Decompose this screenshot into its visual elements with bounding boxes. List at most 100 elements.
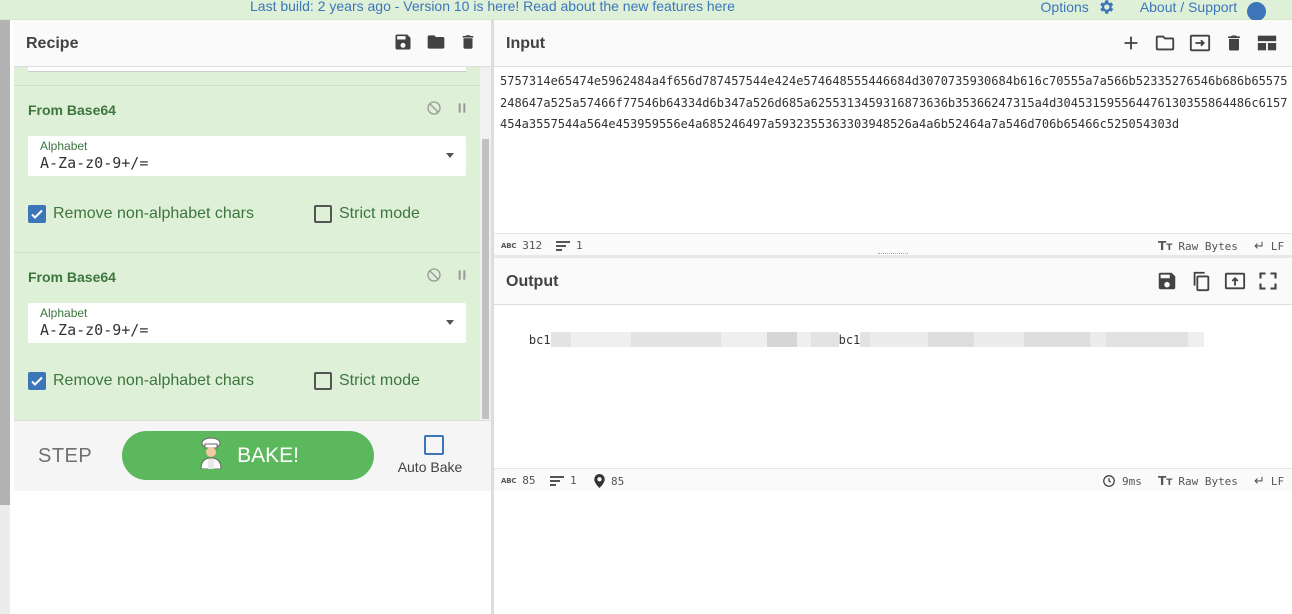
- location-pin-icon: [594, 474, 605, 488]
- input-panel: Input 5757314e65474e5962484a4f656d787457…: [494, 20, 1292, 233]
- recipe-title: Recipe: [26, 35, 79, 52]
- operation-title: From Base64: [28, 269, 116, 285]
- redacted-block: [974, 331, 1025, 347]
- remove-nonalphabet-checkbox[interactable]: [28, 372, 46, 390]
- remove-nonalphabet-label: Remove non-alphabet chars: [53, 372, 255, 389]
- redacted-block: [810, 331, 839, 347]
- recipe-header: Recipe: [14, 20, 491, 67]
- input-line-count: 1: [576, 239, 583, 252]
- redacted-block: [1188, 331, 1205, 347]
- bake-controls: STEP BAKE! Auto Bake: [14, 420, 491, 491]
- recipe-scrollbar-thumb[interactable]: [482, 139, 489, 419]
- char-count-icon: ABC: [501, 476, 517, 485]
- redacted-block: [1024, 331, 1091, 347]
- output-line-count: 1: [570, 474, 577, 487]
- output-title: Output: [506, 273, 559, 290]
- alphabet-value: A-Za-z0-9+/=: [40, 321, 149, 339]
- trash-icon[interactable]: [459, 32, 477, 52]
- bake-time: 9ms: [1122, 474, 1142, 488]
- chevron-down-icon[interactable]: [446, 153, 454, 158]
- chevron-down-icon[interactable]: [446, 320, 454, 325]
- alphabet-label: Alphabet: [40, 139, 88, 153]
- about-support-link[interactable]: About / Support: [1140, 0, 1237, 15]
- clock-icon: [1103, 475, 1115, 487]
- return-icon: ↵: [1254, 239, 1265, 254]
- save-icon[interactable]: [1156, 270, 1178, 292]
- redacted-block: [1090, 331, 1107, 347]
- input-eol[interactable]: LF: [1271, 240, 1284, 253]
- operation-from-base64[interactable]: From Base64 Alphabet A-Za-z0-9+/= Remove…: [14, 252, 480, 420]
- bake-button[interactable]: BAKE!: [122, 431, 374, 480]
- alphabet-label: Alphabet: [40, 306, 88, 320]
- pause-icon[interactable]: [454, 100, 470, 116]
- redacted-block: [928, 331, 975, 347]
- folder-icon[interactable]: [1154, 32, 1176, 54]
- output-status-bar: ABC 85 1 85 9ms TT Raw Bytes ↵ LF: [494, 468, 1292, 491]
- remove-nonalphabet-checkbox[interactable]: [28, 205, 46, 223]
- previous-operation-stub: [28, 67, 466, 72]
- help-icon[interactable]: ?: [1247, 2, 1266, 21]
- output-text[interactable]: bc1 bc1: [500, 308, 1288, 373]
- folder-icon[interactable]: [425, 32, 447, 52]
- output-panel: Output bc1 bc1: [494, 258, 1292, 614]
- step-button[interactable]: STEP: [38, 445, 92, 468]
- auto-bake-label: Auto Bake: [397, 459, 463, 475]
- copy-icon[interactable]: [1190, 270, 1212, 292]
- input-format[interactable]: Raw Bytes: [1178, 240, 1238, 253]
- disable-icon[interactable]: [426, 100, 442, 116]
- text-format-icon: TT: [1158, 474, 1173, 488]
- auto-bake-checkbox[interactable]: [424, 435, 444, 455]
- input-title: Input: [506, 35, 546, 52]
- recipe-scrollbar[interactable]: [480, 67, 491, 420]
- redacted-block: [720, 331, 767, 347]
- redacted-block: [1106, 331, 1189, 347]
- return-icon: ↵: [1254, 474, 1265, 489]
- strict-mode-checkbox[interactable]: [314, 372, 332, 390]
- auto-bake-toggle[interactable]: Auto Bake: [398, 435, 466, 475]
- alphabet-value: A-Za-z0-9+/=: [40, 154, 149, 172]
- lines-icon: [550, 475, 564, 486]
- strict-mode-label: Strict mode: [339, 205, 420, 222]
- redacted-block: [570, 331, 631, 347]
- fullscreen-icon[interactable]: [1258, 270, 1278, 292]
- check-icon: [31, 209, 43, 219]
- recipe-panel: Recipe From Base64 Alphabet A-Za-z0-9+/=: [14, 20, 491, 614]
- redacted-block: [796, 331, 811, 347]
- input-file-icon[interactable]: [1188, 32, 1212, 54]
- output-eol[interactable]: LF: [1271, 475, 1284, 488]
- input-textarea[interactable]: 5757314e65474e5962484a4f656d787457544e42…: [500, 71, 1288, 136]
- new-features-link[interactable]: here: [707, 0, 735, 14]
- alphabet-select[interactable]: Alphabet A-Za-z0-9+/=: [28, 303, 466, 343]
- options-link[interactable]: Options: [1041, 0, 1089, 15]
- replace-input-icon[interactable]: [1224, 270, 1246, 292]
- add-icon[interactable]: [1120, 32, 1142, 54]
- output-format[interactable]: Raw Bytes: [1178, 475, 1238, 488]
- redacted-block: [630, 331, 721, 347]
- left-resize-grip[interactable]: [0, 20, 10, 505]
- top-banner: Last build: 2 years ago - Version 10 is …: [0, 0, 1292, 21]
- pause-icon[interactable]: [454, 267, 470, 283]
- chef-icon: [200, 437, 222, 469]
- gear-icon[interactable]: [1097, 0, 1115, 16]
- bake-label: BAKE!: [237, 444, 299, 467]
- disable-icon[interactable]: [426, 267, 442, 283]
- input-header: Input: [494, 20, 1292, 67]
- left-resize-bar[interactable]: [0, 20, 10, 614]
- char-count-icon: ABC: [501, 241, 517, 250]
- operation-from-base64[interactable]: From Base64 Alphabet A-Za-z0-9+/= Remove…: [14, 85, 480, 253]
- text-format-icon: TT: [1158, 239, 1173, 253]
- trash-icon[interactable]: [1224, 32, 1244, 54]
- alphabet-select[interactable]: Alphabet A-Za-z0-9+/=: [28, 136, 466, 176]
- strict-mode-checkbox[interactable]: [314, 205, 332, 223]
- redacted-block: [870, 331, 929, 347]
- strict-mode-label: Strict mode: [339, 372, 420, 389]
- recipe-operations-list: From Base64 Alphabet A-Za-z0-9+/= Remove…: [14, 67, 480, 420]
- input-char-count: 312: [522, 239, 543, 252]
- layout-icon[interactable]: [1256, 32, 1278, 54]
- redacted-block: [766, 331, 797, 347]
- output-position: 85: [611, 474, 625, 488]
- remove-nonalphabet-label: Remove non-alphabet chars: [53, 205, 255, 222]
- save-icon[interactable]: [393, 32, 413, 52]
- check-icon: [31, 376, 43, 386]
- operation-title: From Base64: [28, 102, 116, 118]
